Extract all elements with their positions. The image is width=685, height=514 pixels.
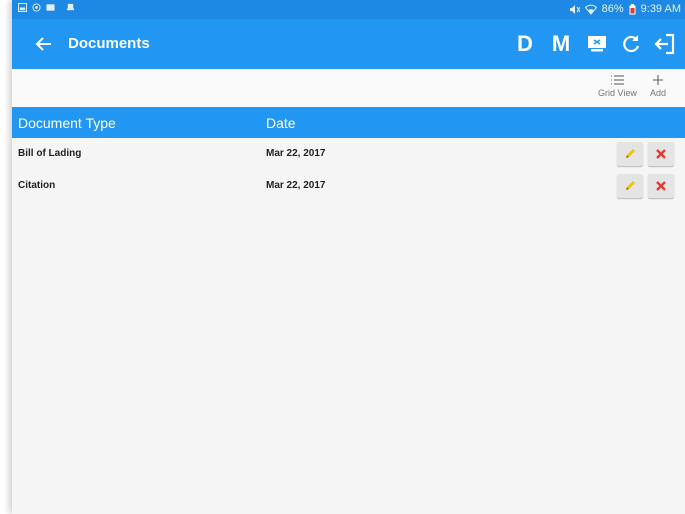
add-button[interactable]: Add <box>650 73 666 98</box>
app-window: 86% 9:39 AM Documents D M Grid View Add … <box>12 0 685 514</box>
sync-icon <box>32 3 41 12</box>
grid-view-label: Grid View <box>598 88 637 98</box>
pencil-icon <box>626 181 635 190</box>
edit-button[interactable] <box>617 142 643 166</box>
back-arrow-icon[interactable] <box>32 32 56 56</box>
clock-time: 9:39 AM <box>640 3 681 15</box>
delete-button[interactable] <box>648 174 674 198</box>
close-icon <box>656 181 666 191</box>
grid-view-button[interactable]: Grid View <box>598 73 637 98</box>
mail-icon <box>46 4 55 11</box>
plus-icon <box>653 75 663 85</box>
list-icon <box>611 75 625 85</box>
table-header: Document Type Date <box>12 107 685 138</box>
delete-button[interactable] <box>648 142 674 166</box>
appbar-actions: D M <box>511 19 685 69</box>
status-info: 86% 9:39 AM <box>569 3 681 15</box>
document-toolbar: Grid View Add <box>12 69 685 107</box>
column-date: Date <box>266 115 296 131</box>
document-type-cell: Bill of Lading <box>18 148 82 159</box>
document-type-cell: Citation <box>18 180 56 191</box>
refresh-icon[interactable] <box>619 32 643 56</box>
column-document-type: Document Type <box>18 115 116 131</box>
close-icon <box>656 149 666 159</box>
monitor-icon[interactable] <box>585 32 609 56</box>
page-title: Documents <box>68 35 150 52</box>
add-label: Add <box>650 88 667 98</box>
truck-icon <box>66 3 75 11</box>
status-bar: 86% 9:39 AM <box>12 0 685 19</box>
table-row[interactable]: Bill of Lading Mar 22, 2017 <box>12 138 685 170</box>
date-cell: Mar 22, 2017 <box>266 148 326 159</box>
d-status-button[interactable]: D <box>511 31 539 57</box>
pencil-icon <box>626 149 635 158</box>
date-cell: Mar 22, 2017 <box>266 180 326 191</box>
app-bar: Documents D M <box>12 19 685 69</box>
m-status-button[interactable]: M <box>547 31 575 57</box>
table-row[interactable]: Citation Mar 22, 2017 <box>12 170 685 202</box>
logout-icon[interactable] <box>653 32 677 56</box>
battery-percent: 86% <box>601 3 624 15</box>
battery-icon <box>629 3 636 14</box>
notification-icons <box>18 3 75 12</box>
gallery-icon <box>18 3 27 12</box>
edit-button[interactable] <box>617 174 643 198</box>
mute-icon <box>569 4 580 14</box>
wifi-icon <box>584 4 597 15</box>
